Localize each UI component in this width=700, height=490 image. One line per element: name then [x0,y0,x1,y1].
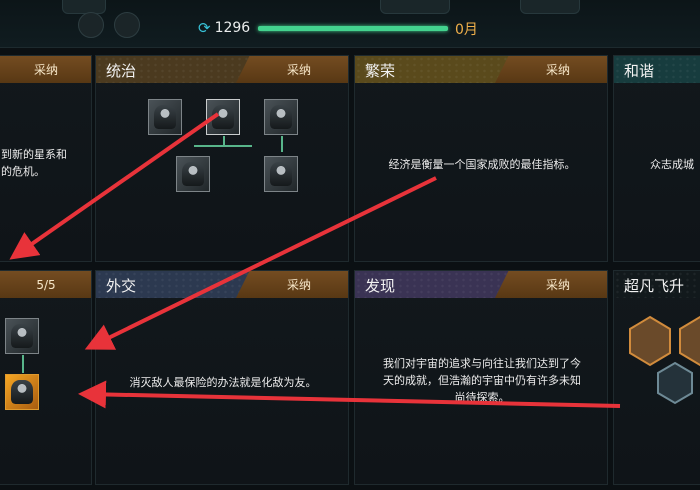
adopt-button[interactable]: 采纳 [495,271,607,298]
tradition-card-diplomacy[interactable]: 外交 采纳 消灭敌人最保险的办法就是化敌为友。 [95,270,349,485]
adopt-button[interactable]: 采纳 [236,271,348,298]
perk-icon[interactable] [264,156,298,192]
ascension-perk-icon [629,315,671,367]
tradition-card-transcendence[interactable]: 超凡飞升 [613,270,700,485]
tradition-card-discovery[interactable]: 发现 采纳 我们对宇宙的追求与向往让我们达到了今 天的成就，但浩瀚的宇宙中仍有许… [354,270,608,485]
tradition-progress-fill [258,26,448,31]
tradition-card-dominion[interactable]: 统治 采纳 [95,55,349,262]
card-description: 消灭敌人最保险的办法就是化敌为友。 [129,376,317,389]
perk-icon[interactable] [206,99,240,135]
card-description: 到新的星系和 的危机。 [1,148,67,178]
ruler-portrait-icon[interactable] [114,12,140,38]
tradition-progress-bar [258,26,448,31]
top-decoration [380,0,450,14]
card-description: 我们对宇宙的追求与向往让我们达到了今 天的成就，但浩瀚的宇宙中仍有许多未知 尚待… [383,357,581,404]
perk-icon[interactable] [5,318,39,354]
card-title: 统治 [106,62,137,80]
perk-link [281,136,283,152]
perk-link [22,355,24,373]
perk-icon[interactable] [264,99,298,135]
card-title: 发现 [365,277,396,295]
completed-count: 5/5 [0,271,91,298]
months-remaining: 0月 [455,22,478,38]
card-title: 外交 [106,277,137,295]
card-title: 和谐 [624,62,655,80]
card-title: 超凡飞升 [624,277,685,295]
tradition-card-prosperity[interactable]: 繁荣 采纳 经济是衡量一个国家成败的最佳指标。 [354,55,608,262]
perk-icon[interactable] [5,374,39,410]
adopt-button[interactable]: 采纳 [0,56,91,83]
adopt-button[interactable]: 采纳 [495,56,607,83]
perk-link [194,145,252,147]
tradition-card-left-bottom: 5/5 [0,270,92,485]
perk-icon[interactable] [148,99,182,135]
unity-value: 1296 [214,20,251,36]
card-title: 繁荣 [365,62,396,80]
top-resource-bar: ⟳ 1296 0月 [0,0,700,48]
top-decoration [520,0,580,14]
ascension-perk-icons[interactable] [628,315,700,405]
tradition-card-left-top: 采纳 到新的星系和 的危机。 [0,55,92,262]
top-decoration [62,0,106,14]
ascension-perk-icon [657,361,693,405]
unity-counter[interactable]: ⟳ 1296 [198,19,250,37]
perk-icon[interactable] [176,156,210,192]
unity-cycle-icon: ⟳ [198,19,211,37]
card-description: 经济是衡量一个国家成败的最佳指标。 [388,158,576,171]
tradition-card-harmony[interactable]: 和谐 众志成城 [613,55,700,262]
empire-emblem-icon[interactable] [78,12,104,38]
ascension-perk-icon [679,315,700,367]
card-description: 众志成城 [650,158,694,171]
adopt-button[interactable]: 采纳 [236,56,348,83]
